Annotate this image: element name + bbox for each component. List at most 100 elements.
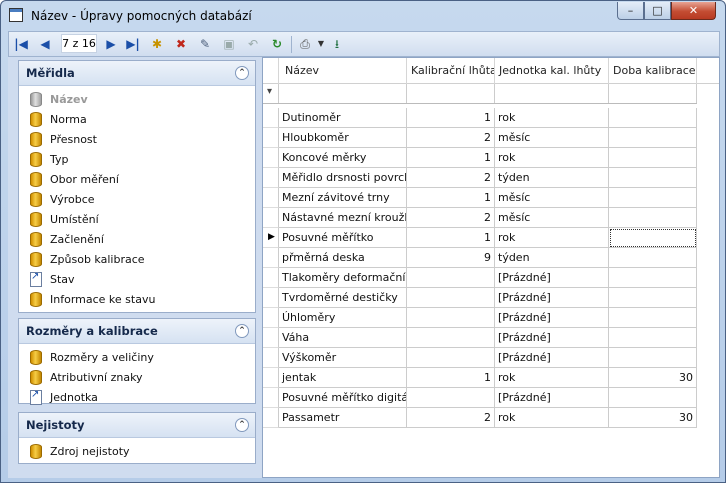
sidebar-item[interactable]: Stav: [19, 270, 255, 290]
save-record-icon[interactable]: ▣: [221, 36, 237, 52]
table-cell[interactable]: [407, 268, 495, 288]
table-row[interactable]: přměrná deska 9 týden: [263, 248, 697, 268]
sidebar-item[interactable]: Jednotka: [19, 388, 255, 408]
row-header[interactable]: ▶: [263, 228, 279, 248]
table-cell[interactable]: přměrná deska: [279, 248, 407, 268]
table-row[interactable]: Hloubkoměr 2 měsíc: [263, 128, 697, 148]
sidebar-item[interactable]: Zdroj nejistoty: [19, 442, 255, 462]
table-cell[interactable]: [609, 168, 697, 188]
table-cell[interactable]: Posuvné měřítko: [279, 228, 407, 248]
minimize-button[interactable]: –: [617, 2, 644, 20]
filter-input-doba-kalibrace[interactable]: [609, 84, 697, 103]
sidebar-item[interactable]: Informace ke stavu: [19, 290, 255, 310]
table-row[interactable]: ▶ Posuvné měřítko 1 rok: [263, 228, 697, 248]
table-cell[interactable]: 1: [407, 148, 495, 168]
table-cell[interactable]: měsíc: [495, 188, 609, 208]
row-header[interactable]: [263, 168, 279, 188]
table-cell[interactable]: Passametr: [279, 408, 407, 428]
table-cell[interactable]: Nástavné mezní kroužky: [279, 208, 407, 228]
print-icon[interactable]: ⎙: [297, 36, 313, 52]
table-cell[interactable]: Hloubkoměr: [279, 128, 407, 148]
sidebar-item[interactable]: Výrobce: [19, 190, 255, 210]
sidebar-item[interactable]: Typ: [19, 150, 255, 170]
row-header[interactable]: [263, 268, 279, 288]
table-cell[interactable]: Posuvné měřítko digitální: [279, 388, 407, 408]
table-cell[interactable]: rok: [495, 148, 609, 168]
table-cell[interactable]: 2: [407, 128, 495, 148]
undo-icon[interactable]: ↶: [245, 36, 261, 52]
table-cell[interactable]: týden: [495, 168, 609, 188]
row-header[interactable]: [263, 368, 279, 388]
table-cell[interactable]: jentak: [279, 368, 407, 388]
table-cell[interactable]: [Prázdné]: [495, 268, 609, 288]
table-row[interactable]: Váha [Prázdné]: [263, 328, 697, 348]
table-cell[interactable]: rok: [495, 228, 609, 248]
table-cell[interactable]: [609, 288, 697, 308]
row-header[interactable]: [263, 108, 279, 128]
table-cell[interactable]: [609, 188, 697, 208]
table-cell[interactable]: měsíc: [495, 208, 609, 228]
table-cell[interactable]: 2: [407, 168, 495, 188]
sidebar-item[interactable]: Norma: [19, 110, 255, 130]
table-cell[interactable]: Výškoměr: [279, 348, 407, 368]
panel-header[interactable]: Nejistoty ⌃: [19, 413, 255, 438]
table-cell[interactable]: měsíc: [495, 128, 609, 148]
row-header[interactable]: [263, 348, 279, 368]
first-record-icon[interactable]: |◀: [13, 36, 29, 52]
row-header[interactable]: [263, 248, 279, 268]
prev-record-icon[interactable]: ◀: [37, 36, 53, 52]
filter-input-nazev[interactable]: [279, 84, 407, 103]
table-cell[interactable]: 1: [407, 188, 495, 208]
column-header-nazev[interactable]: Název: [279, 58, 407, 84]
row-header[interactable]: [263, 208, 279, 228]
table-cell[interactable]: [Prázdné]: [495, 308, 609, 328]
table-row[interactable]: Dutinoměr 1 rok: [263, 108, 697, 128]
export-excel-icon[interactable]: ⭳: [329, 36, 345, 52]
table-row[interactable]: Passametr 2 rok 30: [263, 408, 697, 428]
row-header[interactable]: [263, 328, 279, 348]
table-cell[interactable]: Tvrdoměrné destičky: [279, 288, 407, 308]
last-record-icon[interactable]: ▶|: [125, 36, 141, 52]
table-row[interactable]: Tvrdoměrné destičky [Prázdné]: [263, 288, 697, 308]
table-cell[interactable]: [Prázdné]: [495, 388, 609, 408]
table-cell[interactable]: rok: [495, 108, 609, 128]
table-row[interactable]: Mezní závitové trny 1 měsíc: [263, 188, 697, 208]
row-header[interactable]: [263, 388, 279, 408]
panel-header[interactable]: Měřidla ⌃: [19, 61, 255, 86]
table-cell[interactable]: 30: [609, 408, 697, 428]
filter-input-kalibracni-lhuta[interactable]: [407, 84, 495, 103]
table-cell[interactable]: [609, 328, 697, 348]
table-row[interactable]: Posuvné měřítko digitální [Prázdné]: [263, 388, 697, 408]
table-cell[interactable]: [609, 228, 697, 248]
sidebar-item[interactable]: Začlenění: [19, 230, 255, 250]
collapse-icon[interactable]: ⌃: [235, 66, 249, 80]
table-cell[interactable]: Měřidlo drsnosti povrchu: [279, 168, 407, 188]
table-cell[interactable]: 1: [407, 108, 495, 128]
table-cell[interactable]: 1: [407, 368, 495, 388]
table-row[interactable]: Výškoměr [Prázdné]: [263, 348, 697, 368]
table-cell[interactable]: Váha: [279, 328, 407, 348]
refresh-icon[interactable]: ↻: [269, 36, 285, 52]
close-button[interactable]: ✕: [671, 2, 716, 20]
sidebar-item[interactable]: Způsob kalibrace: [19, 250, 255, 270]
row-header[interactable]: [263, 128, 279, 148]
table-cell[interactable]: 2: [407, 208, 495, 228]
table-cell[interactable]: [609, 268, 697, 288]
table-cell[interactable]: [Prázdné]: [495, 288, 609, 308]
print-dropdown-icon[interactable]: ▼: [313, 36, 329, 52]
table-cell[interactable]: [609, 208, 697, 228]
next-record-icon[interactable]: ▶: [103, 36, 119, 52]
collapse-icon[interactable]: ⌃: [235, 324, 249, 338]
table-cell[interactable]: [407, 388, 495, 408]
collapse-icon[interactable]: ⌃: [235, 418, 249, 432]
table-cell[interactable]: rok: [495, 368, 609, 388]
table-cell[interactable]: týden: [495, 248, 609, 268]
row-header[interactable]: [263, 148, 279, 168]
table-cell[interactable]: 30: [609, 368, 697, 388]
new-record-icon[interactable]: ✱: [149, 36, 165, 52]
row-header[interactable]: [263, 408, 279, 428]
table-cell[interactable]: 9: [407, 248, 495, 268]
title-bar[interactable]: Název - Úpravy pomocných databází – □ ✕: [1, 1, 725, 31]
table-cell[interactable]: 1: [407, 228, 495, 248]
table-cell[interactable]: [407, 328, 495, 348]
